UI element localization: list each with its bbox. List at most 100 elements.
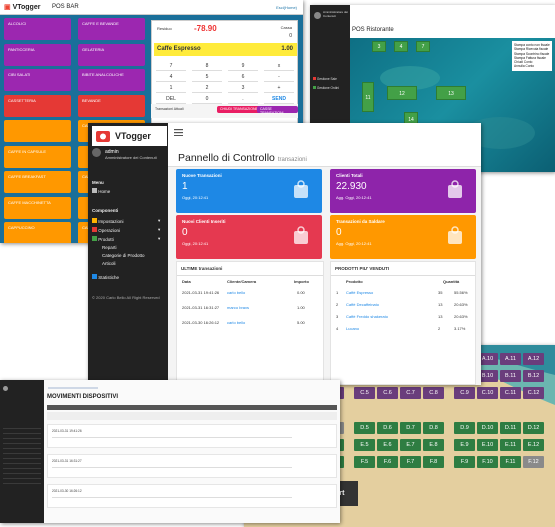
seat-button[interactable]: F.5 bbox=[354, 456, 375, 468]
seat-button[interactable]: C.10 bbox=[477, 387, 498, 399]
seat-button[interactable]: D.11 bbox=[500, 422, 521, 434]
sidebar-item-prodotti[interactable]: Prodotti ▾ bbox=[92, 236, 160, 242]
seat-button[interactable]: E.9 bbox=[454, 439, 475, 451]
seat-button[interactable]: D.7 bbox=[400, 422, 421, 434]
keypad-key[interactable]: 5 bbox=[192, 72, 222, 82]
category-button[interactable]: CAPPUCCINO bbox=[4, 222, 71, 243]
seat-button[interactable]: F.6 bbox=[377, 456, 398, 468]
category-button[interactable]: BIBITE ANALCOLICHE bbox=[78, 69, 145, 91]
sidebar-subitem-articoli[interactable]: Articoli bbox=[102, 261, 116, 266]
category-button[interactable]: CAFFE IN CAPSULE bbox=[4, 145, 71, 168]
table-link[interactable]: carlo bello bbox=[227, 320, 245, 325]
table-marker[interactable]: 4 bbox=[394, 41, 408, 52]
table-link[interactable]: marco braxs bbox=[227, 305, 249, 310]
table-link[interactable]: carlo bello bbox=[227, 290, 245, 295]
table-marker[interactable]: 13 bbox=[436, 86, 466, 100]
seat-button[interactable]: F.12 bbox=[523, 456, 544, 468]
seat-button[interactable]: E.5 bbox=[354, 439, 375, 451]
keypad-key[interactable]: 7 bbox=[156, 61, 186, 71]
seat-button[interactable]: B.11 bbox=[500, 370, 521, 382]
seat-button[interactable]: F.8 bbox=[423, 456, 444, 468]
seat-button[interactable]: E.8 bbox=[423, 439, 444, 451]
category-button[interactable]: PANTICCERIA bbox=[4, 43, 71, 66]
exit-link[interactable]: Esci(Home) bbox=[276, 5, 297, 10]
table-link[interactable]: Caffè Decaffeinato bbox=[346, 302, 379, 307]
category-button[interactable] bbox=[4, 120, 71, 142]
seat-button[interactable]: E.10 bbox=[477, 439, 498, 451]
keypad-key[interactable]: x bbox=[264, 61, 294, 71]
seat-button[interactable]: E.7 bbox=[400, 439, 421, 451]
table-link[interactable]: Caffè Freddo shakerato bbox=[346, 314, 388, 319]
table-link[interactable]: Caffè Espresso bbox=[346, 290, 373, 295]
menu-item-sale[interactable]: Gestione Sale bbox=[313, 75, 339, 84]
category-button[interactable]: CIBI SALATI bbox=[4, 69, 71, 91]
sidebar-item-impostazioni[interactable]: Impostazioni ▾ bbox=[92, 218, 160, 224]
seat-button[interactable]: F.7 bbox=[400, 456, 421, 468]
seat-button[interactable]: C.6 bbox=[377, 387, 398, 399]
sidebar-subitem-categorie[interactable]: Categorie di Prodotto bbox=[102, 253, 145, 258]
keypad-key[interactable]: 2 bbox=[192, 83, 222, 93]
keypad-key[interactable]: . bbox=[228, 94, 258, 104]
seat-button[interactable]: E.11 bbox=[500, 439, 521, 451]
selected-item[interactable]: Caffe Espresso 1.00 bbox=[154, 43, 297, 56]
seat-button[interactable]: C.12 bbox=[523, 387, 544, 399]
keypad-key[interactable]: SEND bbox=[264, 94, 294, 104]
seat-button[interactable]: E.6 bbox=[377, 439, 398, 451]
keypad-key[interactable]: - bbox=[264, 72, 294, 82]
table-link[interactable]: Lucano bbox=[346, 326, 359, 331]
close-transaction-button[interactable]: CHIUDI TRANSAZIONE bbox=[217, 106, 261, 113]
table-cell: 20.63% bbox=[454, 314, 468, 319]
seat-button[interactable]: F.10 bbox=[477, 456, 498, 468]
category-button[interactable]: GELATERIA bbox=[78, 43, 145, 66]
category-button[interactable]: BEVANDE bbox=[78, 94, 145, 117]
sidebar-item-home[interactable]: Home bbox=[92, 188, 110, 194]
keypad-key[interactable]: + bbox=[264, 83, 294, 93]
keypad-key[interactable]: 0 bbox=[192, 94, 222, 104]
keypad-key[interactable]: 4 bbox=[156, 72, 186, 82]
category-button[interactable]: CAFFE E BEVANDE bbox=[78, 18, 145, 40]
filter-bar[interactable] bbox=[47, 405, 337, 410]
keypad-key[interactable]: 6 bbox=[228, 72, 258, 82]
menu-item-ordini[interactable]: Gestione Ordini bbox=[313, 84, 339, 93]
category-button[interactable]: CAFFE BREAKFAST bbox=[4, 171, 71, 193]
category-button[interactable]: CASSETTERIA bbox=[4, 94, 71, 117]
seat-button[interactable]: F.11 bbox=[500, 456, 521, 468]
sidebar-item-operazioni[interactable]: Operazioni ▾ bbox=[92, 227, 160, 233]
keypad-key[interactable]: 3 bbox=[228, 83, 258, 93]
keypad-key[interactable]: 8 bbox=[192, 61, 222, 71]
seat-button[interactable]: A.12 bbox=[523, 353, 544, 365]
print-option[interactable]: Stampa Ricevuta fiscale bbox=[514, 47, 550, 51]
seat-button[interactable]: D.6 bbox=[377, 422, 398, 434]
seat-button[interactable]: D.9 bbox=[454, 422, 475, 434]
seat-button[interactable]: A.11 bbox=[500, 353, 521, 365]
sidebar-item-statistiche[interactable]: Statistiche bbox=[92, 274, 119, 280]
keypad-key[interactable]: 9 bbox=[228, 61, 258, 71]
seat-button[interactable]: B.12 bbox=[523, 370, 544, 382]
hamburger-icon[interactable] bbox=[174, 129, 183, 136]
seat-button[interactable]: D.12 bbox=[523, 422, 544, 434]
seat-button[interactable]: D.10 bbox=[477, 422, 498, 434]
seat-button[interactable]: D.8 bbox=[423, 422, 444, 434]
seat-button[interactable]: C.7 bbox=[400, 387, 421, 399]
transactions-button[interactable]: CASSE TRANSAZIONI bbox=[257, 106, 298, 115]
latest-transactions: ULTIME transazioni Data Cliente/Camera Imp… bbox=[176, 261, 324, 385]
seat-button[interactable]: C.9 bbox=[454, 387, 475, 399]
seat-button[interactable]: C.8 bbox=[423, 387, 444, 399]
print-option[interactable]: Annulla Conto bbox=[514, 64, 550, 68]
sidebar-subitem-reparti[interactable]: Reparti bbox=[102, 245, 117, 250]
table-marker[interactable]: 7 bbox=[416, 41, 430, 52]
table-marker[interactable]: 11 bbox=[362, 82, 374, 112]
page-title: POS Ristorante bbox=[352, 27, 394, 33]
keypad-key[interactable]: DEL bbox=[156, 94, 186, 104]
keypad-key[interactable]: 1 bbox=[156, 83, 186, 93]
table-marker[interactable]: 3 bbox=[372, 41, 386, 52]
seat-button[interactable]: C.5 bbox=[354, 387, 375, 399]
seat-button[interactable]: F.9 bbox=[454, 456, 475, 468]
category-button[interactable]: CAFFE MACCHINETTA bbox=[4, 196, 71, 219]
table-marker[interactable]: 12 bbox=[387, 86, 417, 100]
category-button[interactable]: ALCOLICI bbox=[4, 18, 71, 40]
seat-button[interactable]: E.12 bbox=[523, 439, 544, 451]
main-content: MOVIMENTI DISPOSITIVI 2021-03-31 19:41:2… bbox=[44, 380, 340, 523]
seat-button[interactable]: C.11 bbox=[500, 387, 521, 399]
seat-button[interactable]: D.5 bbox=[354, 422, 375, 434]
